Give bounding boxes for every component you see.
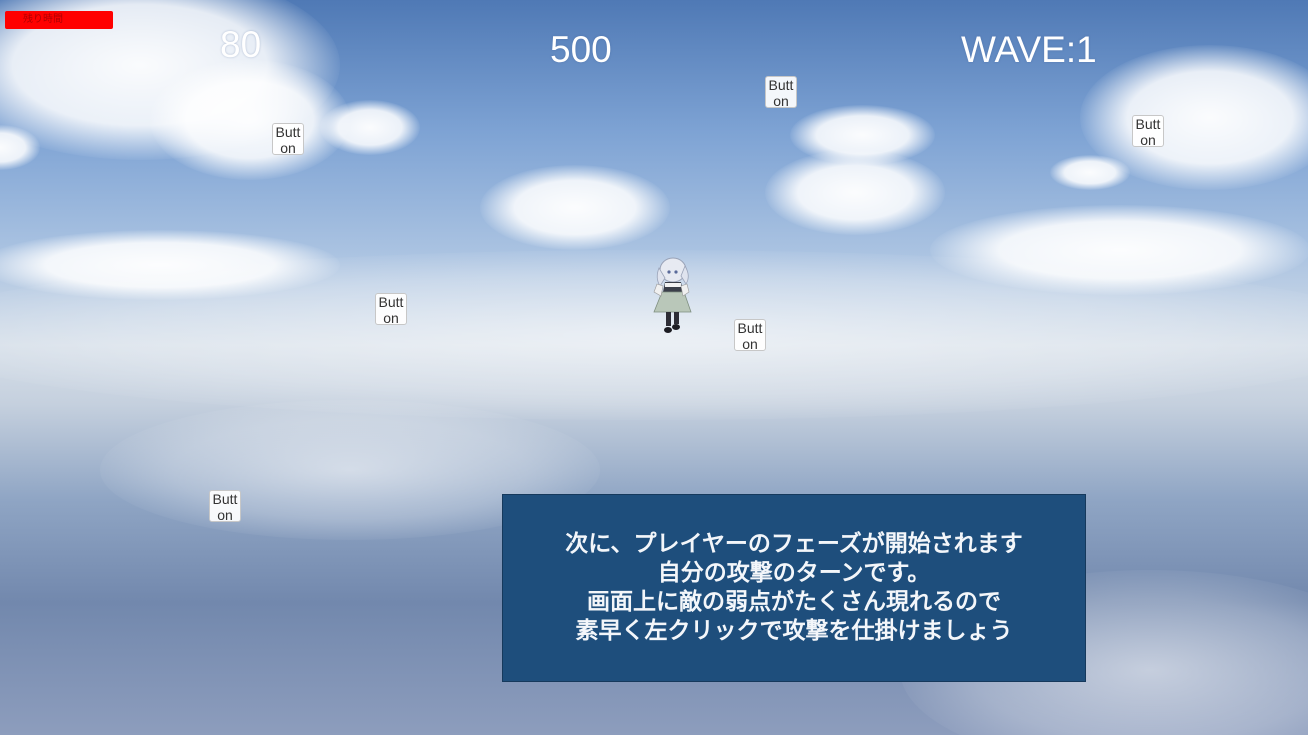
enemy-character-sprite[interactable] — [645, 256, 699, 338]
cloud — [765, 150, 945, 235]
cloud — [150, 60, 350, 180]
cloud — [1050, 155, 1130, 190]
tutorial-line: 自分の攻撃のターンです。 — [657, 560, 931, 586]
tutorial-line: 次に、プレイヤーのフェーズが開始されます — [565, 531, 1023, 557]
weak-point-button[interactable]: Button — [734, 319, 766, 351]
weak-point-button[interactable]: Button — [1132, 115, 1164, 147]
cloud — [480, 165, 670, 250]
weak-point-button[interactable]: Button — [375, 293, 407, 325]
hp-label: 残り時間 — [23, 14, 63, 25]
tutorial-line: 画面上に敵の弱点がたくさん現れるので — [586, 589, 1001, 615]
wave-counter: WAVE:1 — [961, 29, 1097, 70]
weak-point-button[interactable]: Button — [765, 76, 797, 108]
tutorial-dialog: 次に、プレイヤーのフェーズが開始されます 自分の攻撃のターンです。 画面上に敵の… — [502, 494, 1086, 682]
weak-point-button[interactable]: Button — [272, 123, 304, 155]
timer-counter: 80 — [220, 24, 262, 65]
tutorial-line: 素早く左クリックで攻撃を仕掛けましょう — [575, 618, 1013, 644]
game-scene: 残り時間 80 500 WAVE:1 Button Button Button … — [0, 0, 1308, 735]
cloud — [320, 100, 420, 155]
hp-bar: 残り時間 — [5, 11, 113, 29]
tutorial-message: 次に、プレイヤーのフェーズが開始されます 自分の攻撃のターンです。 画面上に敵の… — [565, 530, 1022, 646]
score-counter: 500 — [550, 29, 612, 70]
weak-point-button[interactable]: Button — [209, 490, 241, 522]
